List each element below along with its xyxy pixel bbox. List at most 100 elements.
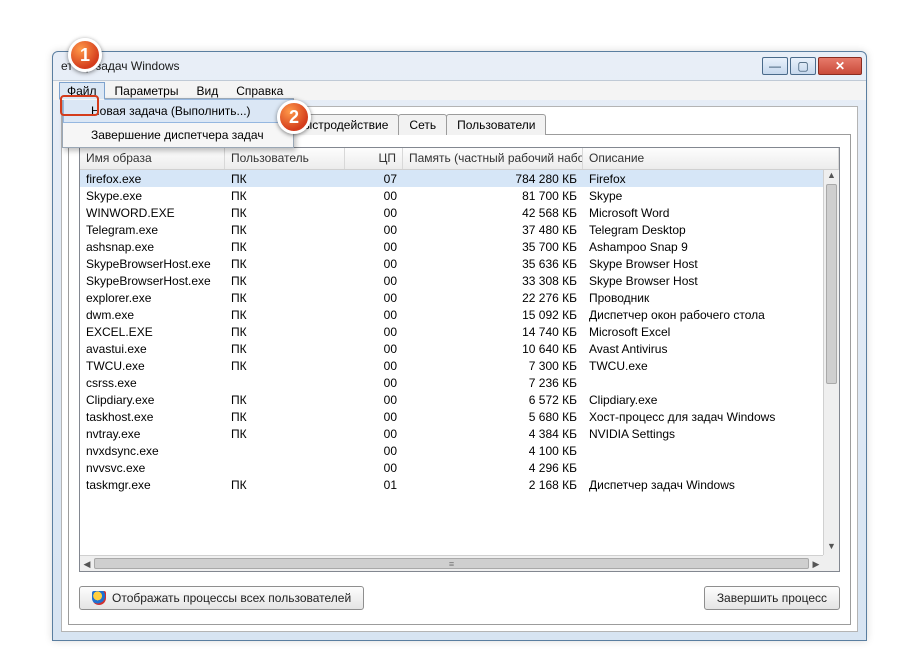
table-row[interactable]: dwm.exeПК0015 092 КБДиспетчер окон рабоч… — [80, 306, 823, 323]
cell: Skype — [583, 189, 823, 203]
cell: 35 700 КБ — [403, 240, 583, 254]
table-row[interactable]: Telegram.exeПК0037 480 КБTelegram Deskto… — [80, 221, 823, 238]
cell: 00 — [345, 291, 403, 305]
col-header-user[interactable]: Пользователь — [225, 148, 345, 169]
tab-network[interactable]: Сеть — [398, 114, 447, 135]
cell: 00 — [345, 206, 403, 220]
menubar: Файл Параметры Вид Справка — [53, 80, 866, 100]
table-row[interactable]: nvxdsync.exe004 100 КБ — [80, 442, 823, 459]
col-header-name[interactable]: Имя образа — [80, 148, 225, 169]
table-row[interactable]: Clipdiary.exeПК006 572 КБClipdiary.exe — [80, 391, 823, 408]
table-row[interactable]: csrss.exe007 236 КБ — [80, 374, 823, 391]
maximize-button[interactable]: ▢ — [790, 57, 816, 75]
titlebar[interactable]: етчер задач Windows — ▢ ✕ — [53, 52, 866, 80]
cell: explorer.exe — [80, 291, 225, 305]
table-row[interactable]: SkypeBrowserHost.exeПК0033 308 КБSkype B… — [80, 272, 823, 289]
cell: 00 — [345, 223, 403, 237]
cell: 07 — [345, 172, 403, 186]
vertical-scrollbar[interactable]: ▲ ▼ — [823, 170, 839, 555]
cell: 00 — [345, 427, 403, 441]
file-menu-dropdown: Новая задача (Выполнить...) Завершение д… — [62, 98, 294, 148]
cell: 00 — [345, 274, 403, 288]
cell: ПК — [225, 393, 345, 407]
list-body[interactable]: firefox.exeПК07784 280 КБFirefoxSkype.ex… — [80, 170, 823, 555]
table-row[interactable]: avastui.exeПК0010 640 КБAvast Antivirus — [80, 340, 823, 357]
horizontal-scroll-thumb[interactable]: ≡ — [94, 558, 809, 569]
scroll-right-icon[interactable]: ▶ — [809, 556, 823, 571]
table-row[interactable]: Skype.exeПК0081 700 КБSkype — [80, 187, 823, 204]
scroll-left-icon[interactable]: ◀ — [80, 556, 94, 571]
cell: ПК — [225, 189, 345, 203]
table-row[interactable]: taskmgr.exeПК012 168 КБДиспетчер задач W… — [80, 476, 823, 493]
cell: 10 640 КБ — [403, 342, 583, 356]
table-row[interactable]: WINWORD.EXEПК0042 568 КБMicrosoft Word — [80, 204, 823, 221]
show-all-users-button[interactable]: Отображать процессы всех пользователей — [79, 586, 364, 610]
cell: 00 — [345, 308, 403, 322]
menu-help[interactable]: Справка — [228, 82, 291, 100]
horizontal-scrollbar[interactable]: ◀ ≡ ▶ — [80, 555, 823, 571]
bottom-bar: Отображать процессы всех пользователей З… — [79, 584, 840, 612]
cell: 784 280 КБ — [403, 172, 583, 186]
cell: 00 — [345, 189, 403, 203]
uac-shield-icon — [92, 591, 106, 605]
menu-item-new-task[interactable]: Новая задача (Выполнить...) — [63, 99, 293, 123]
cell: ПК — [225, 274, 345, 288]
vertical-scroll-thumb[interactable] — [826, 184, 837, 384]
table-row[interactable]: TWCU.exeПК007 300 КБTWCU.exe — [80, 357, 823, 374]
end-process-button[interactable]: Завершить процесс — [704, 586, 840, 610]
tab-body-processes: Имя образа Пользователь ЦП Память (частн… — [68, 134, 851, 625]
menu-item-exit[interactable]: Завершение диспетчера задач — [63, 123, 293, 147]
table-row[interactable]: taskhost.exeПК005 680 КБХост-процесс для… — [80, 408, 823, 425]
table-row[interactable]: explorer.exeПК0022 276 КБПроводник — [80, 289, 823, 306]
menu-file[interactable]: Файл — [59, 82, 105, 100]
table-row[interactable]: firefox.exeПК07784 280 КБFirefox — [80, 170, 823, 187]
tab-users[interactable]: Пользователи — [446, 114, 546, 135]
cell: ПК — [225, 308, 345, 322]
cell: Skype Browser Host — [583, 274, 823, 288]
table-row[interactable]: nvvsvc.exe004 296 КБ — [80, 459, 823, 476]
cell: Telegram Desktop — [583, 223, 823, 237]
table-row[interactable]: ashsnap.exeПК0035 700 КБAshampoo Snap 9 — [80, 238, 823, 255]
cell: Microsoft Excel — [583, 325, 823, 339]
cell: ПК — [225, 206, 345, 220]
cell: 00 — [345, 240, 403, 254]
table-row[interactable]: SkypeBrowserHost.exeПК0035 636 КБSkype B… — [80, 255, 823, 272]
cell: taskhost.exe — [80, 410, 225, 424]
cell: ПК — [225, 325, 345, 339]
cell: firefox.exe — [80, 172, 225, 186]
cell: Avast Antivirus — [583, 342, 823, 356]
scroll-corner — [823, 555, 839, 571]
menu-options[interactable]: Параметры — [107, 82, 187, 100]
cell: 4 100 КБ — [403, 444, 583, 458]
table-row[interactable]: nvtray.exeПК004 384 КБNVIDIA Settings — [80, 425, 823, 442]
cell: ПК — [225, 291, 345, 305]
cell: 15 092 КБ — [403, 308, 583, 322]
cell: 14 740 КБ — [403, 325, 583, 339]
table-row[interactable]: EXCEL.EXEПК0014 740 КБMicrosoft Excel — [80, 323, 823, 340]
minimize-button[interactable]: — — [762, 57, 788, 75]
cell: WINWORD.EXE — [80, 206, 225, 220]
cell: 00 — [345, 257, 403, 271]
cell: ПК — [225, 172, 345, 186]
annotation-badge-2: 2 — [277, 100, 311, 134]
cell: ПК — [225, 240, 345, 254]
cell: 01 — [345, 478, 403, 492]
scroll-up-icon[interactable]: ▲ — [824, 170, 839, 184]
cell: ПК — [225, 410, 345, 424]
cell: Диспетчер окон рабочего стола — [583, 308, 823, 322]
col-header-memory[interactable]: Память (частный рабочий набор) — [403, 148, 583, 169]
cell: ПК — [225, 223, 345, 237]
window-controls: — ▢ ✕ — [762, 57, 862, 75]
scroll-down-icon[interactable]: ▼ — [824, 541, 839, 555]
col-header-cpu[interactable]: ЦП — [345, 148, 403, 169]
cell: SkypeBrowserHost.exe — [80, 257, 225, 271]
cell: 42 568 КБ — [403, 206, 583, 220]
col-header-description[interactable]: Описание — [583, 148, 839, 169]
cell: SkypeBrowserHost.exe — [80, 274, 225, 288]
cell: 7 300 КБ — [403, 359, 583, 373]
close-button[interactable]: ✕ — [818, 57, 862, 75]
cell: nvxdsync.exe — [80, 444, 225, 458]
cell: avastui.exe — [80, 342, 225, 356]
cell: 5 680 КБ — [403, 410, 583, 424]
menu-view[interactable]: Вид — [188, 82, 226, 100]
